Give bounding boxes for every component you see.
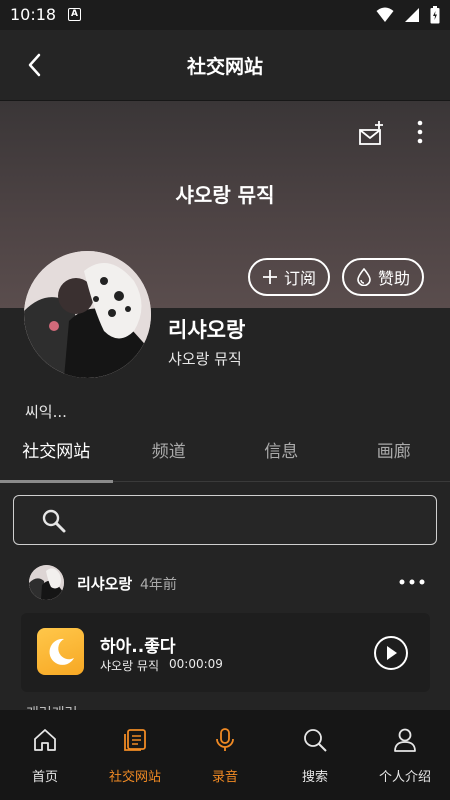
- donate-label: 赞助: [377, 269, 410, 288]
- donate-button[interactable]: 赞助: [342, 258, 424, 296]
- add-message-icon[interactable]: [357, 119, 387, 149]
- battery-icon: [430, 6, 440, 24]
- track-meta: 샤오랑 뮤직 00:00:09: [100, 657, 223, 674]
- profile-name: 리샤오랑: [168, 318, 246, 342]
- track-title: 하아..좋다: [100, 637, 176, 657]
- status-icons: [376, 6, 440, 24]
- avatar-photo: [24, 251, 151, 378]
- nav-social-label: 社交网站: [108, 770, 161, 785]
- subscribe-label: 订阅: [283, 269, 316, 288]
- track-card[interactable]: 하아..좋다 샤오랑 뮤직 00:00:09: [21, 613, 430, 692]
- post-avatar-photo: [29, 565, 64, 600]
- wifi-icon: [376, 7, 394, 22]
- nav-profile[interactable]: 个人介绍: [360, 710, 450, 800]
- drop-icon: [357, 268, 371, 286]
- play-icon: [387, 646, 397, 660]
- post-author-name[interactable]: 리샤오랑: [77, 573, 132, 594]
- posts-icon: [124, 729, 146, 751]
- nav-home-label: 首页: [31, 770, 58, 785]
- post-author-avatar[interactable]: [29, 565, 64, 600]
- post-timestamp: 4年前: [140, 577, 177, 593]
- nav-record[interactable]: 录音: [180, 710, 270, 800]
- tab-gallery[interactable]: 画廊: [338, 430, 450, 482]
- profile-subtitle: 샤오랑 뮤직: [168, 350, 242, 368]
- track-artist: 샤오랑 뮤직: [100, 659, 160, 673]
- profile-bio: 씨익...: [25, 403, 67, 421]
- nav-search[interactable]: 搜索: [270, 710, 360, 800]
- app-bar: 社交网站: [0, 30, 450, 101]
- nav-social[interactable]: 社交网站: [90, 710, 180, 800]
- tab-bar: 社交网站 频道 信息 画廊: [0, 430, 450, 483]
- home-icon: [34, 729, 56, 751]
- microphone-icon: [216, 728, 234, 751]
- signal-icon: [405, 8, 419, 22]
- notification-icon: A: [68, 8, 81, 21]
- nav-home[interactable]: 首页: [0, 710, 90, 800]
- tab-info[interactable]: 信息: [225, 430, 338, 482]
- subscribe-button[interactable]: 订阅: [248, 258, 330, 296]
- more-horizontal-icon[interactable]: [398, 574, 426, 590]
- plus-icon: [262, 270, 277, 284]
- nav-record-label: 录音: [211, 770, 238, 785]
- page-title: 社交网站: [186, 56, 263, 78]
- nav-profile-label: 个人介绍: [378, 770, 431, 785]
- moon-icon: [49, 638, 74, 665]
- search-icon: [304, 729, 327, 752]
- banner-title: 샤오랑 뮤직: [175, 183, 275, 207]
- search-input[interactable]: [13, 495, 437, 545]
- avatar[interactable]: [24, 251, 151, 378]
- more-vertical-icon[interactable]: [410, 119, 430, 145]
- status-bar: 10:18 A: [0, 0, 450, 30]
- person-icon: [394, 728, 416, 752]
- track-cover: [37, 628, 84, 675]
- tab-channel[interactable]: 频道: [113, 430, 226, 482]
- track-duration: 00:00:09: [169, 657, 223, 671]
- search-icon: [42, 509, 66, 533]
- tab-social[interactable]: 社交网站: [0, 430, 113, 483]
- nav-search-label: 搜索: [301, 770, 328, 785]
- play-button[interactable]: [374, 636, 408, 670]
- bottom-nav: 首页 社交网站 录音 搜索 个人介绍: [0, 710, 450, 800]
- status-time: 10:18: [10, 5, 57, 24]
